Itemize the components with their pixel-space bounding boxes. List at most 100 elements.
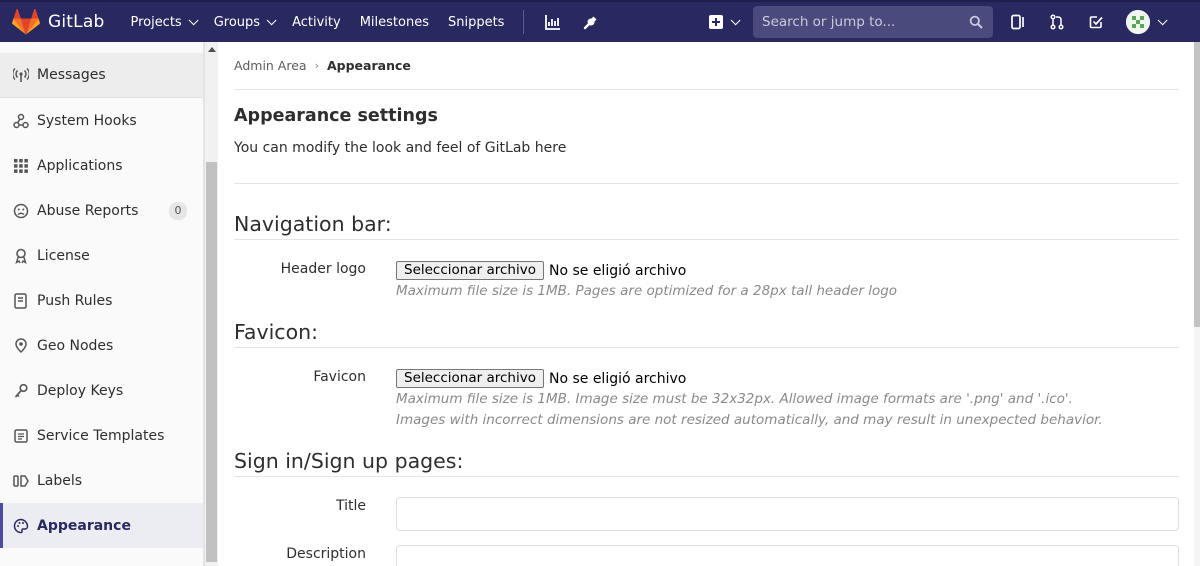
gitlab-brand-name: GitLab <box>48 12 105 32</box>
hook-icon <box>13 113 29 129</box>
plus-square-icon <box>709 15 723 29</box>
broadcast-icon <box>13 67 29 83</box>
chevron-down-icon <box>1157 14 1168 25</box>
search-box[interactable] <box>753 6 993 38</box>
section-legend-navigation-bar: Navigation bar: <box>234 212 392 236</box>
nav-snippets-label: Snippets <box>447 14 505 30</box>
new-item-dropdown[interactable] <box>709 14 741 29</box>
divider <box>234 183 1179 184</box>
breadcrumb-current: Appearance <box>326 58 411 73</box>
user-menu-dropdown[interactable] <box>1126 10 1168 34</box>
merge-request-icon[interactable] <box>1046 11 1068 33</box>
sidebar-item-geo-nodes[interactable]: Geo Nodes <box>0 323 203 368</box>
search-icon <box>969 15 983 29</box>
search-input[interactable] <box>762 14 969 30</box>
sidebar-scrollbar[interactable] <box>204 42 218 566</box>
labels-icon <box>13 473 29 489</box>
nav-milestones-label: Milestones <box>359 14 429 30</box>
divider <box>234 239 1179 240</box>
sidebar-item-license[interactable]: License <box>0 233 203 278</box>
key-icon <box>13 383 29 399</box>
sidebar-item-label: Messages <box>37 67 106 83</box>
nav-divider <box>523 10 525 34</box>
avatar <box>1126 10 1150 34</box>
sidebar-item-label: Applications <box>37 157 123 174</box>
favicon-choose-file-button[interactable]: Seleccionar archivo <box>396 369 544 388</box>
issues-sidebar-icon[interactable] <box>1007 11 1029 33</box>
service-templates-icon <box>13 428 29 444</box>
nav-groups[interactable]: Groups <box>213 14 277 30</box>
nav-projects-label: Projects <box>130 14 182 30</box>
chart-icon[interactable] <box>542 11 564 33</box>
divider <box>234 347 1179 348</box>
admin-sidebar: Messages System Hooks Applications Abuse… <box>0 42 204 566</box>
top-navbar: GitLab Projects Groups Activity Mileston… <box>0 0 1200 42</box>
chevron-down-icon <box>188 14 199 25</box>
gitlab-home-link[interactable]: GitLab <box>12 2 104 42</box>
header-logo-file-input[interactable]: Seleccionar archivo No se eligió archivo <box>396 261 686 280</box>
sidebar-item-label: Push Rules <box>37 292 113 309</box>
sidebar-item-appearance[interactable]: Appearance <box>0 503 203 548</box>
signin-title-input[interactable] <box>396 497 1179 531</box>
scroll-up-arrow-icon[interactable] <box>208 47 216 52</box>
todo-checkbox-icon[interactable] <box>1085 11 1107 33</box>
title-label: Title <box>335 498 366 514</box>
breadcrumb-admin-area[interactable]: Admin Area <box>234 58 307 73</box>
license-icon <box>13 248 29 264</box>
page-scrollbar[interactable] <box>1194 42 1200 566</box>
sidebar-item-label: Deploy Keys <box>37 382 124 399</box>
sidebar-item-abuse-reports[interactable]: Abuse Reports 0 <box>0 188 203 233</box>
sidebar-item-label: Abuse Reports <box>37 202 139 219</box>
sidebar-scrollbar-thumb[interactable] <box>206 162 217 562</box>
appearance-palette-icon <box>13 518 29 534</box>
sidebar-item-push-rules[interactable]: Push Rules <box>0 278 203 323</box>
signin-description-input[interactable] <box>396 545 1179 566</box>
nav-groups-label: Groups <box>213 14 261 30</box>
header-logo-choose-file-button[interactable]: Seleccionar archivo <box>396 261 544 280</box>
sidebar-item-label: System Hooks <box>37 112 137 129</box>
chevron-down-icon <box>730 14 741 25</box>
header-logo-label: Header logo <box>280 261 366 277</box>
breadcrumb: Admin Area › Appearance <box>234 42 1179 90</box>
divider <box>234 476 1179 477</box>
sidebar-item-label: Geo Nodes <box>37 337 114 354</box>
page-scrollbar-thumb[interactable] <box>1194 42 1200 327</box>
favicon-file-input[interactable]: Seleccionar archivo No se eligió archivo <box>396 369 686 388</box>
nav-projects[interactable]: Projects <box>130 14 199 30</box>
chevron-down-icon <box>266 14 277 25</box>
wrench-icon[interactable] <box>580 11 602 33</box>
gitlab-logo-icon <box>12 9 40 35</box>
abuse-reports-count-badge: 0 <box>169 201 187 220</box>
sidebar-item-label: Labels <box>37 472 83 489</box>
push-rules-icon <box>13 292 29 309</box>
sidebar-item-label: Service Templates <box>37 427 165 444</box>
header-logo-help-text: Maximum file size is 1MB. Pages are opti… <box>396 283 898 299</box>
abuse-face-icon <box>13 203 29 219</box>
description-label: Description <box>286 546 366 562</box>
sidebar-item-messages[interactable]: Messages <box>0 53 203 98</box>
favicon-help-text-line1: Maximum file size is 1MB. Image size mus… <box>396 391 1073 407</box>
favicon-label: Favicon <box>313 369 366 385</box>
sidebar-item-applications[interactable]: Applications <box>0 143 203 188</box>
section-legend-sign-in: Sign in/Sign up pages: <box>234 449 464 473</box>
nav-activity-label: Activity <box>292 14 341 30</box>
sidebar-item-label: Appearance <box>37 517 131 534</box>
breadcrumb-separator-icon: › <box>314 59 319 72</box>
page-description: You can modify the look and feel of GitL… <box>234 140 567 156</box>
favicon-file-status: No se eligió archivo <box>548 370 687 387</box>
favicon-help-text-line2: Images with incorrect dimensions are not… <box>396 412 1103 428</box>
page-title: Appearance settings <box>234 106 438 126</box>
nav-milestones[interactable]: Milestones <box>360 15 429 30</box>
applications-grid-icon <box>13 158 29 174</box>
nav-snippets[interactable]: Snippets <box>448 15 504 30</box>
header-logo-file-status: No se eligió archivo <box>548 262 687 279</box>
section-legend-favicon: Favicon: <box>234 320 319 344</box>
main-content: Admin Area › Appearance Appearance setti… <box>234 42 1179 566</box>
sidebar-item-service-templates[interactable]: Service Templates <box>0 413 203 458</box>
sidebar-item-label: License <box>37 247 90 264</box>
sidebar-item-system-hooks[interactable]: System Hooks <box>0 98 203 143</box>
nav-activity[interactable]: Activity <box>292 15 341 30</box>
sidebar-item-labels[interactable]: Labels <box>0 458 203 503</box>
geo-pin-icon <box>13 337 29 354</box>
sidebar-item-deploy-keys[interactable]: Deploy Keys <box>0 368 203 413</box>
